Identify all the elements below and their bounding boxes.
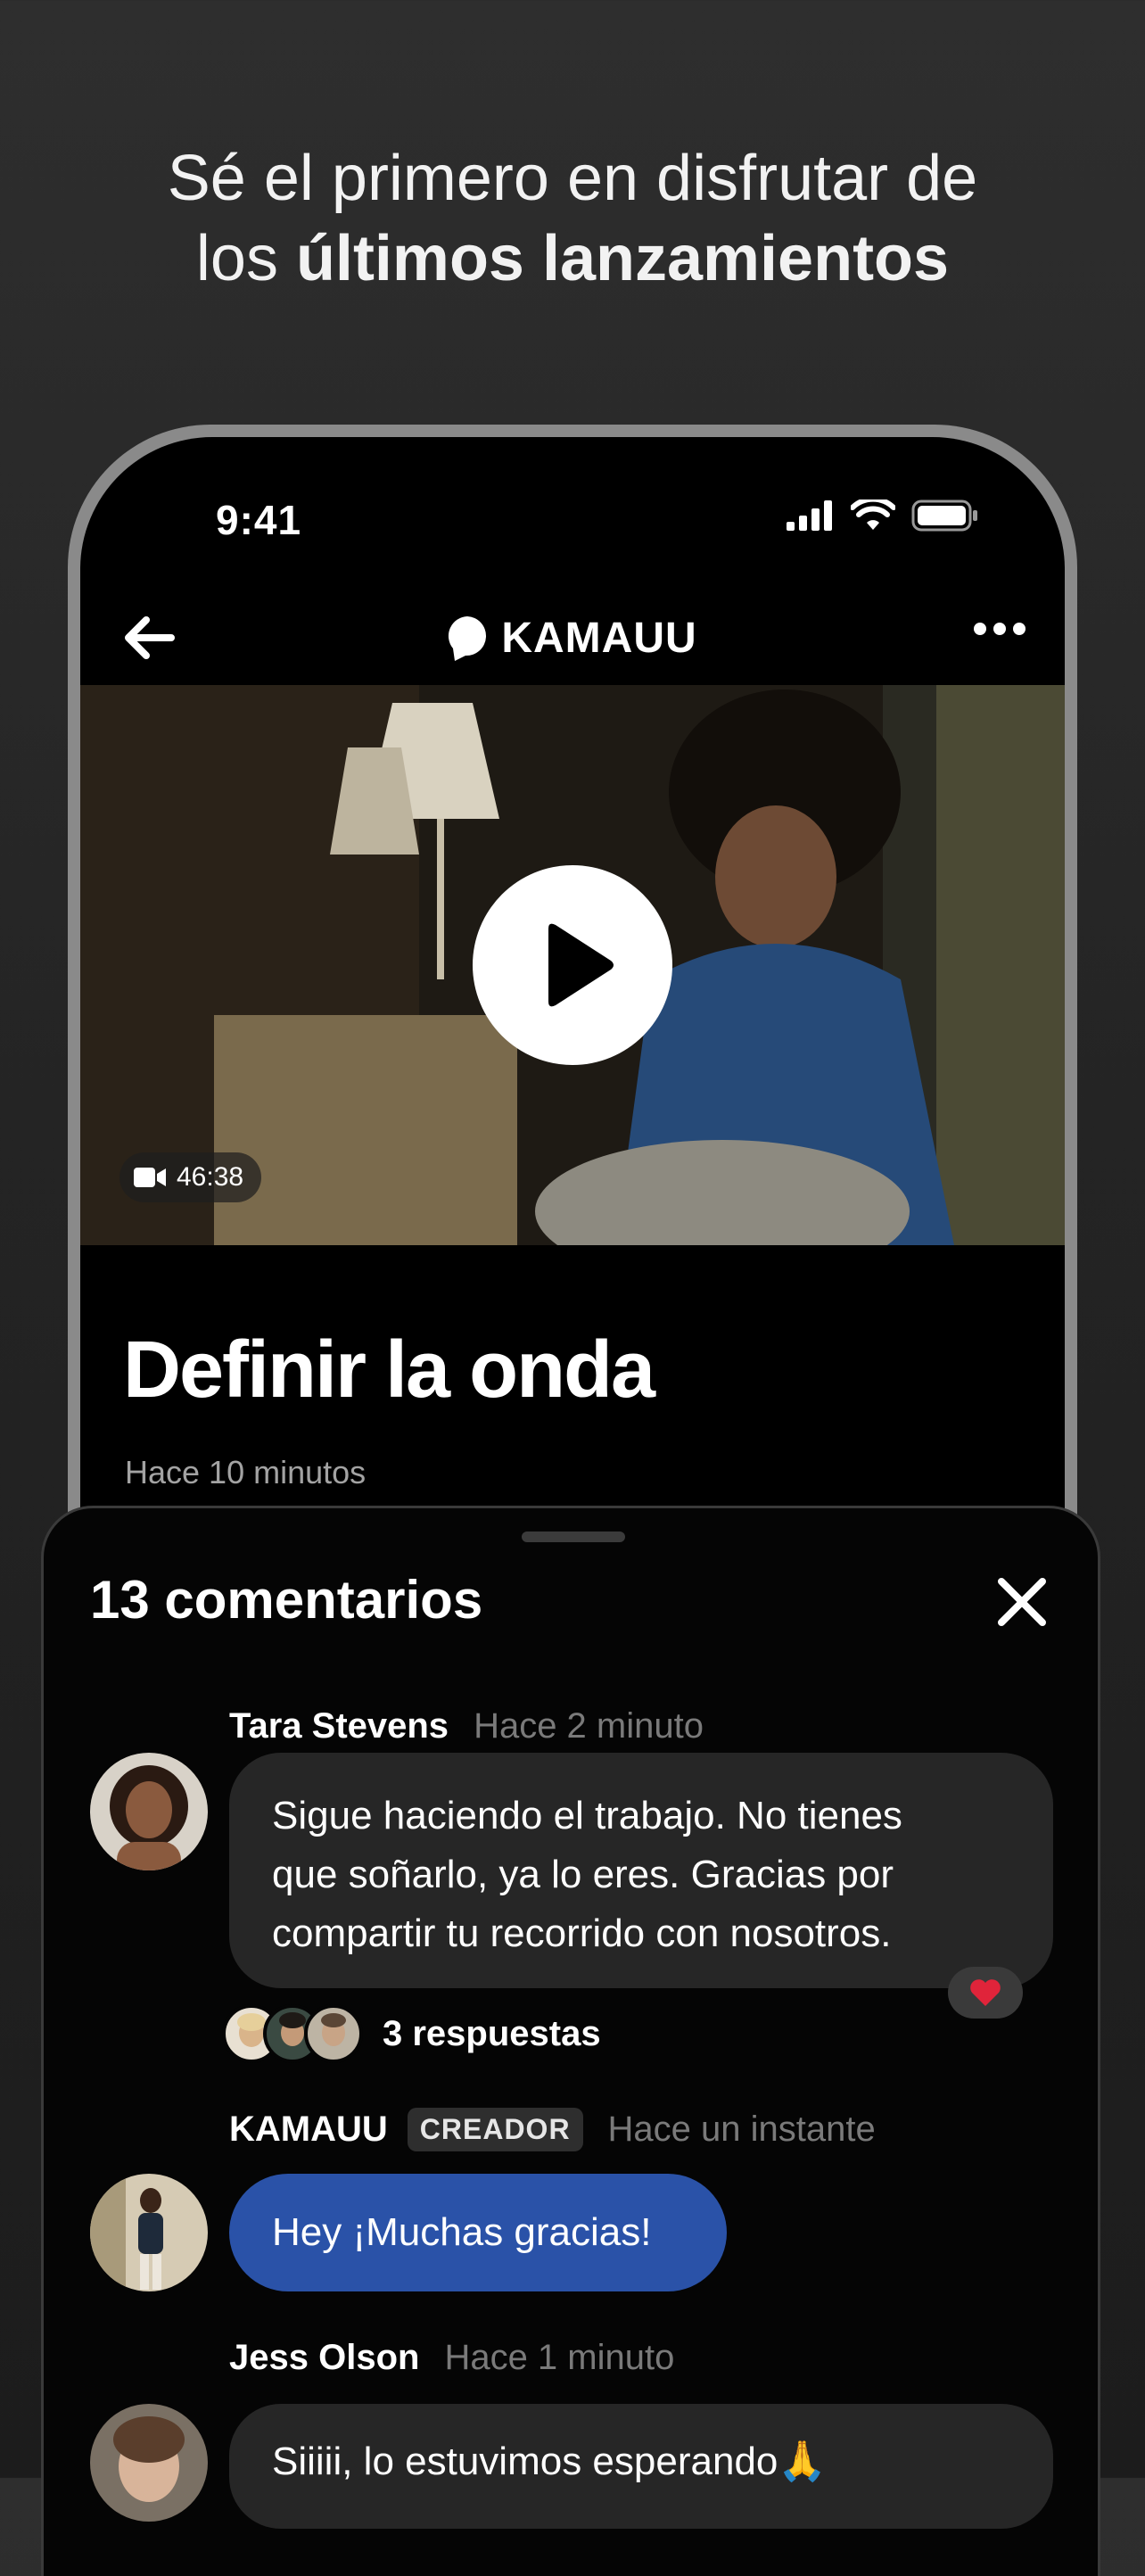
comment-author[interactable]: Tara Stevens (229, 1706, 449, 1746)
comment-time: Hace 2 minuto (474, 1706, 704, 1746)
signal-icon (787, 500, 832, 531)
avatar[interactable] (90, 1753, 208, 1870)
reaction-badge[interactable] (948, 1967, 1023, 2019)
duration-text: 46:38 (177, 1162, 244, 1192)
comment-meta: Tara Stevens Hace 2 minuto (229, 1706, 704, 1746)
comment-bubble[interactable]: Sigue haciendo el trabajo. No tienes que… (229, 1753, 1053, 1988)
kamauu-logo-icon (449, 615, 487, 661)
close-icon[interactable] (991, 1571, 1053, 1633)
post-title: Definir la onda (123, 1325, 655, 1415)
headline-line-1: Sé el primero en disfrutar de (167, 143, 978, 214)
comment-meta: Jess Olson Hace 1 minuto (229, 2338, 674, 2378)
heart-icon (970, 1979, 1001, 2006)
replies-link[interactable]: 3 respuestas (222, 2004, 601, 2063)
brand-name: KAMAUU (501, 615, 697, 662)
headline-line-2-prefix: los (195, 223, 296, 294)
avatar-image (90, 2174, 208, 2291)
comment-time: Hace un instante (607, 2110, 876, 2149)
status-bar: 9:41 (80, 437, 1065, 571)
post-time: Hace 10 minutos (125, 1454, 367, 1490)
creator-badge: CREADOR (407, 2108, 583, 2151)
play-button[interactable] (473, 865, 672, 1065)
comment-bubble[interactable]: Siiiii, lo estuvimos esperando🙏 (229, 2404, 1053, 2529)
video-player[interactable]: 46:38 (80, 685, 1065, 1245)
comment-text: Hey ¡Muchas gracias! (272, 2210, 652, 2254)
comments-count-title: 13 comentarios (90, 1570, 483, 1630)
brand: KAMAUU (80, 614, 1065, 663)
battery-icon (911, 500, 977, 532)
headline-line-2-bold: últimos lanzamientos (295, 223, 950, 294)
avatar-image (90, 1753, 208, 1870)
promo-headline: Sé el primero en disfrutar de los último… (0, 138, 1145, 299)
video-camera-icon (134, 1168, 166, 1187)
top-nav: KAMAUU (80, 589, 1065, 687)
comment-text-line: Sigue haciendo el trabajo. No tienes (272, 1794, 902, 1837)
sheet-grabber[interactable] (522, 1532, 625, 1542)
status-icons (787, 500, 979, 532)
play-icon (548, 923, 614, 1007)
comment-author[interactable]: KAMAUU (229, 2110, 388, 2150)
video-duration: 46:38 (119, 1152, 262, 1202)
comment-bubble[interactable]: Hey ¡Muchas gracias! (229, 2174, 727, 2291)
ellipsis-icon[interactable] (974, 623, 1026, 635)
wifi-icon (851, 500, 895, 530)
comment-author[interactable]: Jess Olson (229, 2338, 419, 2378)
comments-sheet: 13 comentarios Tara Stevens Hace 2 minut… (41, 1506, 1100, 2576)
headline-line-2: los últimos lanzamientos (0, 219, 1145, 299)
status-time: 9:41 (216, 497, 302, 543)
comment-text-line: que soñarlo, ya lo eres. Gracias por (272, 1853, 894, 1896)
avatar[interactable] (90, 2404, 208, 2522)
comment-text: Siiiii, lo estuvimos esperando🙏 (272, 2440, 828, 2483)
comment-meta: KAMAUU CREADOR Hace un instante (229, 2108, 876, 2151)
avatar-image (90, 2404, 208, 2522)
reply-avatar (304, 2004, 363, 2063)
comment-text-line: compartir tu recorrido con nosotros. (272, 1911, 892, 1955)
avatar[interactable] (90, 2174, 208, 2291)
replies-count: 3 respuestas (383, 2013, 601, 2053)
comment-time: Hace 1 minuto (444, 2338, 675, 2377)
